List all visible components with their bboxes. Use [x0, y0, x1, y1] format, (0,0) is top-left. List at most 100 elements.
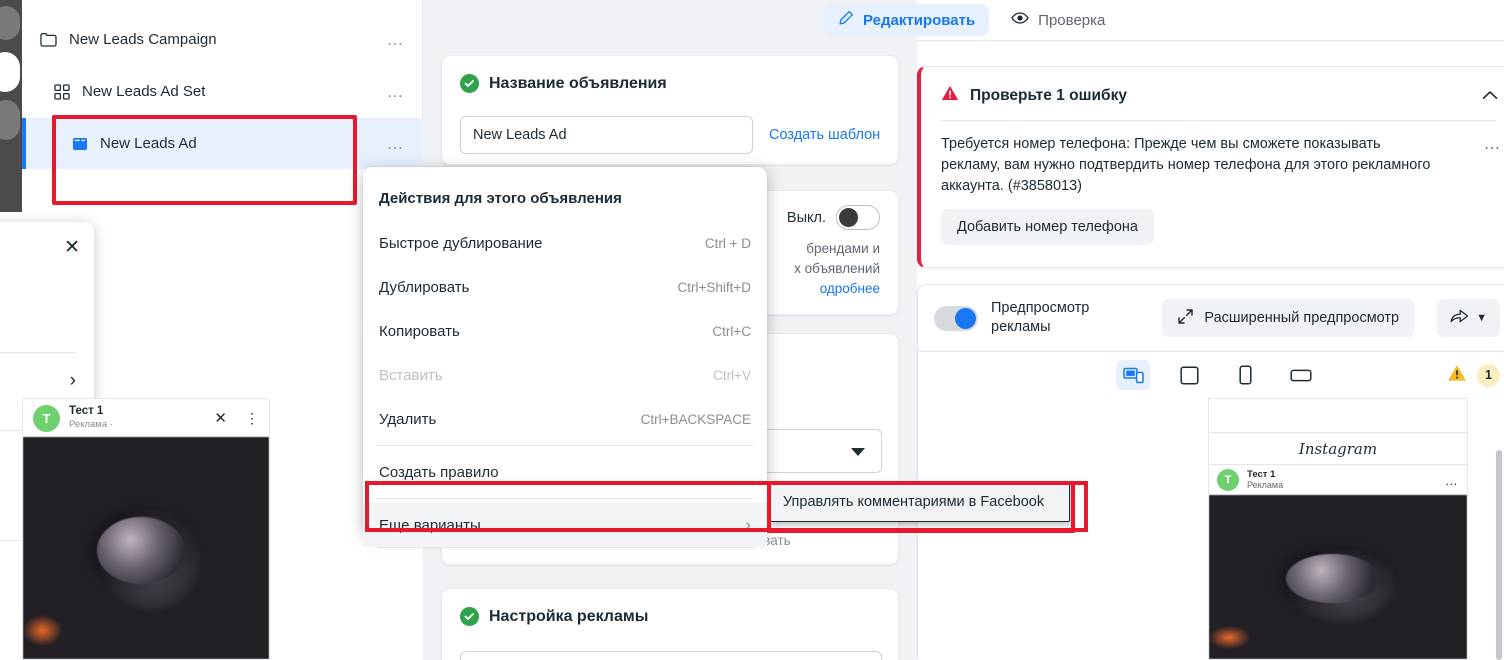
- chevron-right-icon: ›: [69, 370, 76, 391]
- all-placements-icon[interactable]: [1116, 360, 1150, 390]
- error-menu-icon[interactable]: …: [1484, 133, 1503, 154]
- error-card-text: Требуется номер телефона: Прежде чем вы …: [941, 136, 1431, 194]
- ad-preview-toggle[interactable]: [934, 305, 978, 331]
- instagram-preview-spacer: [1209, 399, 1467, 433]
- divider-1: [0, 352, 76, 353]
- card-ad-name-title: Название объявления: [489, 74, 667, 92]
- menu-item-create-rule[interactable]: Создать правило: [363, 450, 767, 494]
- horizontal-format-icon[interactable]: [1284, 360, 1318, 390]
- menu-item-duplicate[interactable]: Дублировать Ctrl+Shift+D: [363, 265, 767, 309]
- add-phone-button[interactable]: Добавить номер телефона: [941, 209, 1154, 245]
- create-template-link[interactable]: Создать шаблон: [769, 127, 880, 143]
- context-menu-separator-1: [377, 445, 753, 446]
- recommendation-line-1: екомендации: [0, 278, 76, 298]
- preview-card-header: Предпросмотр рекламы Расширенный предпро…: [918, 285, 1504, 351]
- facebook-ad-header: T Тест 1 Реклама · ✕ ⋮: [23, 399, 269, 437]
- ad-setup-field[interactable]: [460, 651, 882, 660]
- tree-row-ad[interactable]: New Leads Ad …: [22, 118, 423, 169]
- menu-item-more-options-label: Еще варианты: [379, 516, 481, 534]
- menu-item-quick-duplicate-label: Быстрое дублирование: [379, 234, 543, 252]
- avatar-ig: T: [1217, 469, 1239, 491]
- menu-item-create-rule-label: Создать правило: [379, 463, 499, 481]
- menu-item-delete[interactable]: Удалить Ctrl+BACKSPACE: [363, 397, 767, 441]
- share-caret-icon: ▼: [1476, 312, 1487, 324]
- tree-menu-adset[interactable]: …: [387, 82, 406, 102]
- preview-warning-group: 1: [1447, 363, 1500, 387]
- facebook-ad-subtitle: Реклама ·: [69, 419, 113, 430]
- instagram-ad-header: T Тест 1 Реклама …: [1209, 465, 1467, 495]
- submenu-manage-facebook-comments[interactable]: Управлять комментариями в Facebook: [770, 482, 1070, 522]
- ad-square-icon: [72, 136, 88, 152]
- ad-name-input[interactable]: New Leads Ad: [460, 116, 753, 154]
- chevron-up-icon[interactable]: [1482, 87, 1498, 105]
- menu-item-duplicate-shortcut: Ctrl+Shift+D: [677, 279, 751, 295]
- menu-item-paste-label: Вставить: [379, 366, 443, 384]
- mode-tabs: Редактировать Проверка: [824, 0, 1119, 40]
- error-card-title: Проверьте 1 ошибку: [970, 86, 1127, 104]
- warning-count-badge: 1: [1477, 363, 1500, 387]
- vertical-format-icon[interactable]: [1228, 360, 1262, 390]
- menu-item-paste-shortcut: Ctrl+V: [713, 367, 751, 383]
- tree-selection-bar: [22, 118, 26, 169]
- instagram-ad-preview: Instagram T Тест 1 Реклама …: [1208, 398, 1468, 660]
- tab-review-label: Проверка: [1038, 11, 1106, 29]
- menu-item-more-options[interactable]: Еще варианты ›: [363, 503, 767, 547]
- error-card: Проверьте 1 ошибку … Требуется номер тел…: [917, 66, 1504, 268]
- card-ad-name: Название объявления New Leads Ad Создать…: [441, 55, 899, 165]
- tree-label-adset: New Leads Ad Set: [82, 83, 206, 100]
- instagram-logo: Instagram: [1209, 433, 1467, 465]
- menu-item-delete-label: Удалить: [379, 410, 437, 428]
- tree-menu-ad[interactable]: …: [387, 134, 406, 154]
- chevron-right-icon-menu: ›: [745, 515, 751, 534]
- folder-icon: [40, 32, 57, 47]
- advanced-preview-button[interactable]: Расширенный предпросмотр: [1162, 299, 1416, 337]
- card-ad-setup-title: Настройка рекламы: [489, 607, 649, 625]
- menu-item-quick-duplicate-shortcut: Ctrl + D: [704, 235, 751, 251]
- tree-label-campaign: New Leads Campaign: [69, 31, 217, 48]
- preview-format-toolbar: 1: [918, 352, 1504, 398]
- ad-preview-toggle-label: Предпросмотр рекламы: [991, 300, 1090, 335]
- menu-item-quick-duplicate[interactable]: Быстрое дублирование Ctrl + D: [363, 221, 767, 265]
- instagram-ad-name: Тест 1: [1247, 469, 1276, 480]
- close-icon-fb[interactable]: ✕: [214, 409, 227, 427]
- tree-row-adset[interactable]: New Leads Ad Set …: [22, 66, 423, 117]
- facebook-ad-image: [23, 437, 269, 659]
- context-menu-separator-2: [377, 498, 753, 499]
- tab-edit[interactable]: Редактировать: [824, 4, 990, 36]
- share-button[interactable]: ▼: [1437, 299, 1500, 337]
- menu-item-copy-label: Копировать: [379, 322, 460, 340]
- recommendation-text: екомендации рекламы.: [0, 278, 76, 318]
- facebook-ad-preview: T Тест 1 Реклама · ✕ ⋮: [22, 398, 270, 660]
- check-circle-icon-2: [460, 607, 479, 626]
- rail-chip-1[interactable]: [0, 6, 20, 40]
- partnership-toggle-row[interactable]: Выкл.: [787, 205, 880, 230]
- left-nav-rail: [0, 0, 22, 212]
- rail-chip-2[interactable]: [0, 100, 20, 140]
- card-ad-name-header: Название объявления: [442, 56, 898, 93]
- menu-item-delete-shortcut: Ctrl+BACKSPACE: [640, 411, 751, 427]
- menu-item-paste: Вставить Ctrl+V: [363, 353, 767, 397]
- menu-item-duplicate-label: Дублировать: [379, 278, 470, 296]
- ad-actions-context-menu: Действия для этого объявления Быстрое ду…: [363, 167, 767, 548]
- warning-triangle-icon[interactable]: [1447, 364, 1467, 387]
- preview-scrollbar[interactable]: [1496, 450, 1502, 660]
- instagram-menu-icon[interactable]: …: [1445, 473, 1459, 488]
- square-format-icon[interactable]: [1172, 360, 1206, 390]
- rail-pill-1[interactable]: [0, 52, 20, 92]
- error-card-header: Проверьте 1 ошибку: [921, 67, 1504, 106]
- topbar-divider: [917, 40, 1504, 41]
- recommendation-link-1[interactable]: нее ›: [0, 370, 76, 392]
- tree-row-campaign[interactable]: New Leads Campaign …: [22, 14, 423, 65]
- tree-menu-campaign[interactable]: …: [387, 30, 406, 50]
- card-ad-setup: Настройка рекламы: [441, 588, 899, 660]
- partnership-toggle-label: Выкл.: [786, 209, 826, 226]
- menu-item-copy[interactable]: Копировать Ctrl+C: [363, 309, 767, 353]
- partnership-toggle[interactable]: [836, 205, 880, 230]
- instagram-ad-subtitle: Реклама: [1247, 480, 1284, 490]
- adset-grid-icon: [54, 83, 70, 100]
- chevron-down-icon: [851, 448, 865, 456]
- close-icon[interactable]: ✕: [64, 236, 80, 259]
- card-ad-setup-header: Настройка рекламы: [442, 589, 898, 626]
- kebab-icon-fb[interactable]: ⋮: [245, 410, 259, 427]
- tab-review[interactable]: Проверка: [997, 4, 1119, 36]
